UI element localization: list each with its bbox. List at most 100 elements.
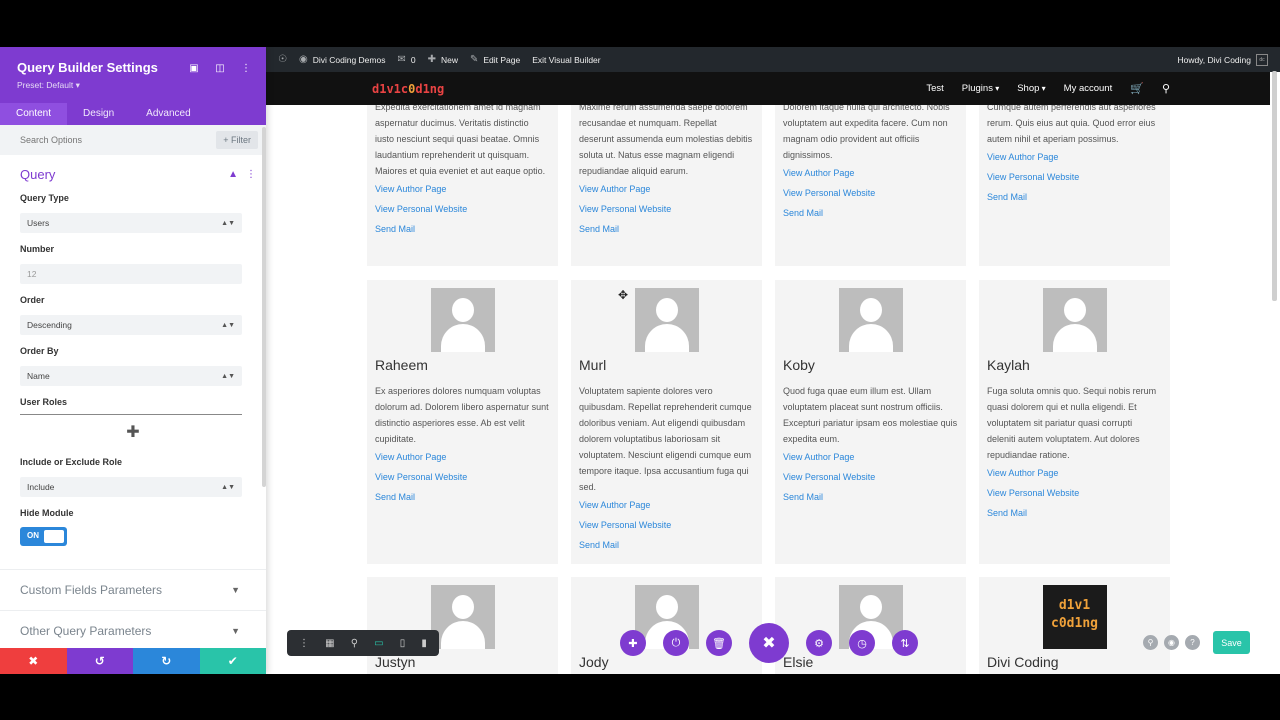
preset-dropdown[interactable]: Preset: Default ▾ [17,80,80,91]
tablet-view-icon[interactable]: ▯ [400,638,406,649]
send-mail-link[interactable]: Send Mail [783,487,958,507]
add-module-button[interactable]: ✚ [620,630,646,656]
nav-item-shop[interactable]: Shop [1017,83,1045,94]
page-settings-button[interactable]: ⚙ [806,630,832,656]
query-type-label: Query Type [20,193,69,203]
personal-website-link[interactable]: View Personal Website [783,467,958,487]
save-button[interactable]: Save [1213,631,1250,654]
new-label: New [440,54,458,65]
search-options-input[interactable] [20,135,170,145]
toggle-knob [44,530,64,543]
wordpress-icon: ☉ [278,54,287,65]
wordpress-logo[interactable]: ☉ [278,54,287,65]
user-avatar [1042,288,1107,352]
discard-button[interactable]: ✖ [0,648,67,674]
split-view-icon[interactable]: ◫ [212,61,228,75]
user-name: Raheem [375,357,428,373]
include-exclude-value: Include [27,482,55,492]
account-menu[interactable]: Howdy, Divi Coding dc [1177,53,1268,66]
user-card: Raheem Ex asperiores dolores numquam vol… [367,280,558,564]
author-page-link[interactable]: View Author Page [987,463,1162,483]
author-page-link[interactable]: View Author Page [375,447,550,467]
nav-item-my-account[interactable]: My account [1064,83,1113,94]
author-page-link[interactable]: View Author Page [579,495,754,515]
send-mail-link[interactable]: Send Mail [375,487,550,507]
phone-view-icon[interactable]: ▮ [421,638,427,649]
section-menu-icon[interactable]: ⋮ [246,169,256,180]
order-by-select[interactable]: Name ▲▼ [20,366,242,386]
page-scrollbar[interactable] [1272,71,1277,301]
author-page-link[interactable]: View Author Page [783,163,958,183]
hide-module-toggle[interactable]: ON [20,527,67,546]
chevron-up-icon[interactable]: ▲ [228,169,238,180]
redo-button[interactable]: ↻ [133,648,200,674]
screen: Query Builder Settings Preset: Default ▾… [0,47,1280,674]
load-layout-button[interactable]: ⏻ [663,630,689,656]
clear-layout-button[interactable]: 🗑 [706,630,732,656]
order-select[interactable]: Descending ▲▼ [20,315,242,335]
logo-part: d1ng [415,81,445,96]
toggle-on-label: ON [27,531,39,540]
author-page-link[interactable]: View Author Page [579,179,754,199]
panel-scrollbar[interactable] [262,127,266,487]
hide-module-label: Hide Module [20,508,74,518]
personal-website-link[interactable]: View Personal Website [783,183,958,203]
search-icon[interactable]: ⚲ [1143,635,1158,650]
more-options-icon[interactable]: ⋮ [238,61,254,75]
move-cursor-icon: ✥ [618,288,629,302]
builder-menu-icon[interactable]: ⋮ [299,638,309,649]
custom-fields-section[interactable]: Custom Fields Parameters ▼ [0,569,266,609]
layers-icon[interactable]: ◉ [1164,635,1179,650]
zoom-icon[interactable]: ⚲ [351,638,358,649]
site-name-link[interactable]: ◉ Divi Coding Demos [299,54,385,65]
query-section-header[interactable]: Query ▲ ⋮ [20,161,256,187]
personal-website-link[interactable]: View Personal Website [987,483,1162,503]
send-mail-link[interactable]: Send Mail [987,187,1162,207]
edit-page-link[interactable]: ✎ Edit Page [470,54,520,65]
personal-website-link[interactable]: View Personal Website [375,199,550,219]
fullscreen-icon[interactable]: ▣ [186,61,202,75]
personal-website-link[interactable]: View Personal Website [375,467,550,487]
personal-website-link[interactable]: View Personal Website [987,167,1162,187]
send-mail-link[interactable]: Send Mail [579,535,754,555]
include-exclude-select[interactable]: Include ▲▼ [20,477,242,497]
order-label: Order [20,295,45,305]
other-query-section[interactable]: Other Query Parameters ▼ [0,610,266,650]
author-page-link[interactable]: View Author Page [783,447,958,467]
send-mail-link[interactable]: Send Mail [375,219,550,239]
comments-link[interactable]: ✉ 0 [397,54,415,65]
user-card: Murl Voluptatem sapiente dolores vero qu… [571,280,762,564]
query-type-select[interactable]: Users ▲▼ [20,213,242,233]
filter-button[interactable]: + Filter [216,131,258,149]
send-mail-link[interactable]: Send Mail [783,203,958,223]
confirm-button[interactable]: ✔ [199,648,266,674]
site-logo[interactable]: d1v1c0d1ng [372,82,444,96]
select-arrows-icon: ▲▼ [221,321,235,329]
portability-button[interactable]: ⇅ [892,630,918,656]
user-card: d1v1 c0d1ng Divi Coding [979,577,1170,674]
new-link[interactable]: ✚ New [428,54,458,65]
desktop-view-icon[interactable]: ▭ [374,638,383,649]
tab-advanced[interactable]: Advanced [130,103,206,125]
search-icon[interactable]: ⚲ [1162,82,1170,95]
close-settings-button[interactable]: ✖ [749,623,789,663]
cart-icon[interactable]: 🛒 [1130,82,1144,95]
add-role-plus-icon[interactable]: ✚ [20,421,246,451]
nav-item-test[interactable]: Test [926,83,943,94]
exit-builder-link[interactable]: Exit Visual Builder [532,55,600,65]
send-mail-link[interactable]: Send Mail [579,219,754,239]
undo-button[interactable]: ↺ [66,648,133,674]
history-button[interactable]: ◷ [849,630,875,656]
wireframe-view-icon[interactable]: ▦ [325,638,334,649]
user-bio: Voluptatem sapiente dolores vero quibusd… [579,386,752,492]
tab-content[interactable]: Content [0,103,68,125]
personal-website-link[interactable]: View Personal Website [579,515,754,535]
number-input[interactable]: 12 [20,264,242,284]
nav-item-plugins[interactable]: Plugins [962,83,999,94]
send-mail-link[interactable]: Send Mail [987,503,1162,523]
author-page-link[interactable]: View Author Page [987,147,1162,167]
personal-website-link[interactable]: View Personal Website [579,199,754,219]
help-icon[interactable]: ? [1185,635,1200,650]
author-page-link[interactable]: View Author Page [375,179,550,199]
tab-design[interactable]: Design [67,103,130,125]
